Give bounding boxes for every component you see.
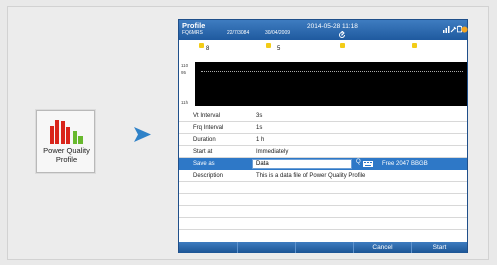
row-value: Immediately <box>256 149 289 155</box>
row-value: 3s <box>256 113 263 119</box>
marker-icon[interactable] <box>412 43 417 48</box>
cancel-button[interactable]: Cancel <box>353 242 411 253</box>
row-empty <box>179 218 467 230</box>
row-value: 1s <box>256 125 263 131</box>
device-date-2: 30/04/2009 <box>265 30 291 36</box>
device-date-1: 22/7/3084 <box>227 30 250 36</box>
marker-label: 5 <box>277 46 281 52</box>
row-description[interactable]: Description This is a data file of Power… <box>179 170 467 182</box>
signal-icon <box>443 26 450 33</box>
datetime: 2014-05-28 11:18 <box>307 23 358 30</box>
keyboard-button-label: Q <box>356 159 361 165</box>
row-empty <box>179 206 467 218</box>
power-quality-profile-app-tile[interactable]: Power Quality Profile <box>36 110 95 173</box>
row-empty <box>179 230 467 242</box>
row-key: Vt Interval <box>193 113 221 119</box>
row-save-as[interactable]: Save as Data Q Free 2047 BBGB <box>179 158 467 170</box>
chart-threshold-line <box>201 71 463 72</box>
row-key: Start at <box>193 149 213 155</box>
marker-icon[interactable] <box>340 43 345 48</box>
row-key: Description <box>193 173 224 179</box>
row-frq-interval[interactable]: Frq Interval 1s <box>179 122 467 134</box>
row-empty <box>179 182 467 194</box>
bottom-toolbar: Cancel Start <box>179 242 467 253</box>
free-space-text: Free 2047 BBGB <box>382 161 428 167</box>
start-button[interactable]: Start <box>411 242 467 253</box>
device-info: FQ6MRS <box>182 30 203 36</box>
row-start-at[interactable]: Start at Immediately <box>179 146 467 158</box>
marker-icon[interactable] <box>266 43 271 48</box>
page-background: Power Quality Profile Profile FQ6MRS 22/… <box>0 0 497 265</box>
keyboard-button[interactable]: Q <box>356 159 376 169</box>
timeline-ruler: 8 5 <box>179 40 467 62</box>
plug-icon <box>450 26 457 33</box>
window-title: Profile <box>182 21 206 30</box>
softkey-2[interactable] <box>237 242 295 253</box>
row-value: 1 h <box>256 137 265 143</box>
refresh-icon[interactable] <box>338 31 346 39</box>
chart-axis-top: 110 <box>181 63 189 68</box>
title-bar: Profile FQ6MRS 22/7/3084 30/04/2009 2014… <box>179 20 468 40</box>
marker-icon[interactable] <box>199 43 204 48</box>
right-arrow-icon <box>134 127 151 142</box>
marker-label: 8 <box>206 46 210 52</box>
power-icon <box>461 26 468 33</box>
row-value: This is a data file of Power Quality Pro… <box>256 173 366 179</box>
chart-axis-top2: 95 <box>181 70 187 75</box>
row-key: Save as <box>193 161 215 167</box>
row-key: Frq Interval <box>193 125 224 131</box>
save-as-input[interactable]: Data <box>252 159 352 169</box>
row-empty <box>179 194 467 206</box>
keyboard-icon <box>363 161 373 167</box>
softkey-1[interactable] <box>179 242 237 253</box>
app-tile-label-line2: Profile <box>55 155 78 164</box>
softkey-3[interactable] <box>295 242 353 253</box>
row-duration[interactable]: Duration 1 h <box>179 134 467 146</box>
row-vt-interval[interactable]: Vt Interval 3s <box>179 110 467 122</box>
app-tile-label: Power Quality Profile <box>37 146 96 164</box>
chart-axis-bottom: 11h <box>181 100 189 105</box>
device-screen: Profile FQ6MRS 22/7/3084 30/04/2009 2014… <box>178 19 468 253</box>
bar-chart-icon <box>50 120 83 144</box>
row-key: Duration <box>193 137 216 143</box>
app-tile-label-line1: Power Quality <box>43 146 90 155</box>
profile-chart <box>195 62 467 106</box>
